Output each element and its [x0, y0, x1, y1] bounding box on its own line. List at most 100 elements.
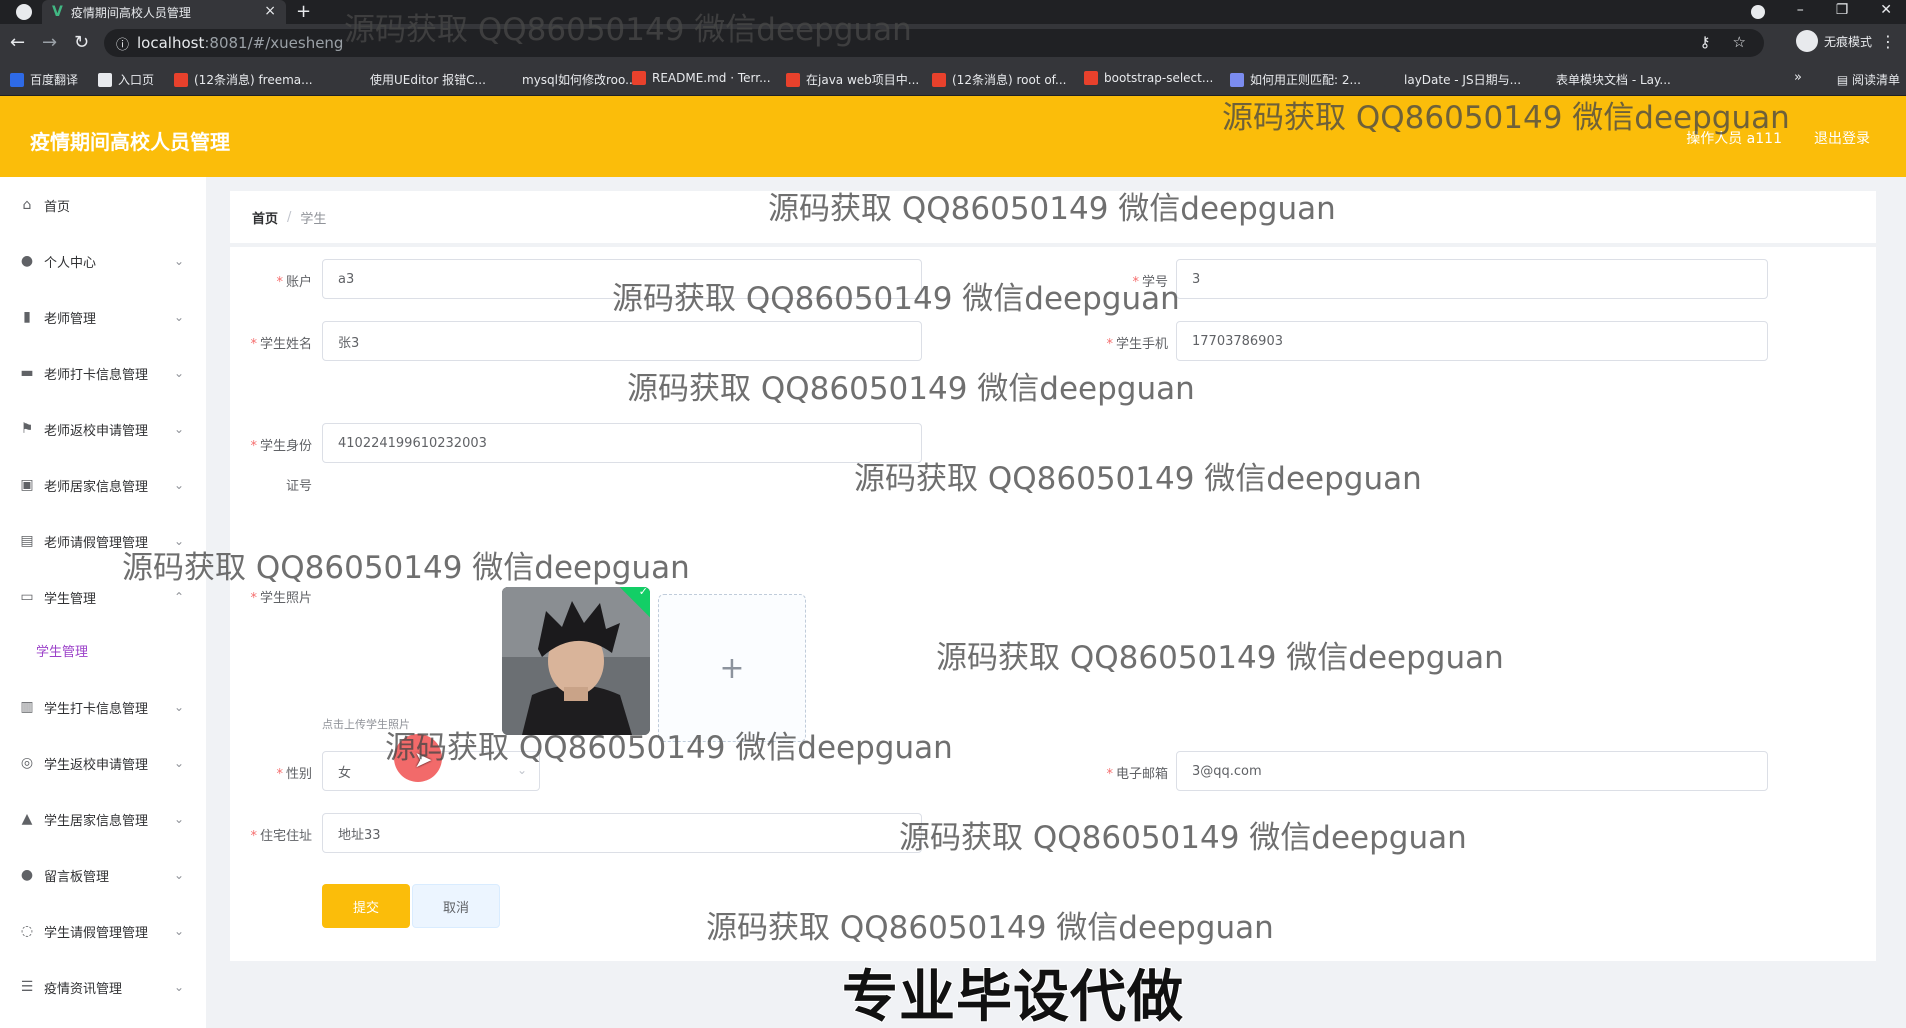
sidebar-item-label: 老师管理 [44, 311, 97, 327]
watermark: 源码获取 QQ86050149 微信deepguan [122, 550, 690, 586]
bookmark-favicon-icon [350, 72, 364, 87]
reading-list-button[interactable]: ▤ 阅读清单 [1837, 71, 1900, 88]
photo-upload-button[interactable]: + [658, 594, 806, 742]
sidebar-item-label: 学生打卡信息管理 [44, 701, 149, 717]
id-card-input[interactable]: 410224199610232003 [322, 423, 922, 463]
tab-close-icon[interactable]: × [264, 3, 276, 19]
bookmark-item[interactable]: (12条消息) freema... [174, 71, 313, 88]
bookmarks-more-icon[interactable]: » [1794, 70, 1802, 85]
bookmark-label: mysql如何修改roo... [522, 73, 637, 87]
sidebar-item[interactable]: ◎ 学生返校申请管理 ⌄ [0, 735, 206, 791]
chart-icon: ▮ [23, 309, 31, 325]
reload-icon[interactable]: ↻ [74, 32, 89, 53]
promo-banner: 专业毕设代做 [841, 964, 1184, 1028]
bookmark-favicon-icon [932, 72, 946, 87]
watermark: 源码获取 QQ86050149 微信deepguan [627, 371, 1195, 407]
watermark: 源码获取 QQ86050149 微信deepguan [706, 910, 1274, 946]
sidebar-item-label: 个人中心 [44, 255, 97, 271]
browser-menu-icon[interactable]: ⋮ [1880, 32, 1896, 51]
submit-button[interactable]: 提交 [322, 884, 410, 928]
bookmark-label: 如何用正则匹配: 2... [1250, 73, 1361, 87]
bookmark-favicon-icon [1230, 72, 1244, 87]
browser-tab[interactable]: V 疫情期间高校人员管理 × [42, 0, 286, 24]
gender-label: * 性别 [276, 767, 312, 782]
list-icon: ☰ [20, 979, 34, 995]
bookmark-item[interactable]: README.md · Terr... [632, 71, 771, 85]
sidebar-item[interactable]: ⚑ 老师返校申请管理 ⌄ [0, 401, 206, 457]
star-icon[interactable]: ☆ [1733, 33, 1746, 51]
sidebar-item[interactable]: ● 留言板管理 ⌄ [0, 847, 206, 903]
bookmark-item[interactable]: 表单模块文档 - Lay... [1536, 71, 1671, 88]
chrome-logo-icon [16, 4, 32, 20]
bookmark-item[interactable]: (12条消息) root of... [932, 71, 1066, 88]
back-icon[interactable]: ← [10, 32, 25, 53]
student-name-input[interactable]: 张3 [322, 321, 922, 361]
info-icon[interactable]: ⓘ [116, 34, 129, 53]
sidebar-item[interactable]: ◌ 学生请假管理管理 ⌄ [0, 903, 206, 959]
sidebar-item[interactable]: ▬ 老师打卡信息管理 ⌄ [0, 345, 206, 401]
sidebar-item-label: 疫情资讯管理 [44, 981, 123, 997]
home-icon: ⌂ [22, 197, 32, 213]
address-input[interactable]: 地址33 [322, 813, 922, 853]
bookmark-label: layDate - JS日期与... [1404, 73, 1522, 87]
plus-icon: + [719, 650, 745, 686]
sidebar-item-label: 首页 [44, 199, 71, 215]
bookmark-item[interactable]: 使用UEditor 报错C... [350, 71, 486, 88]
student-no-input[interactable]: 3 [1176, 259, 1768, 299]
chevron-down-icon: ⌄ [173, 868, 184, 882]
download-icon[interactable] [1750, 5, 1765, 19]
sidebar-item[interactable]: ▣ 老师居家信息管理 ⌄ [0, 457, 206, 513]
account-label: * 账户 [276, 275, 312, 290]
sidebar-item[interactable]: ⌂ 首页 [0, 177, 206, 233]
new-tab-icon[interactable]: + [296, 1, 311, 22]
sidebar-item[interactable]: ☰ 疫情资讯管理 ⌄ [0, 959, 206, 1015]
reading-list-label: 阅读清单 [1851, 73, 1900, 87]
bookmark-item[interactable]: 入口页 [98, 71, 154, 88]
watermark: 源码获取 QQ86050149 微信deepguan [1222, 100, 1790, 136]
student-photo[interactable]: ✓ [502, 587, 650, 735]
bookmark-item[interactable]: bootstrap-select... [1084, 71, 1213, 85]
key-icon[interactable]: ⚷ [1700, 33, 1711, 51]
address-bar-row: ← → ↻ ⓘ localhost:8081/#/xuesheng ⚷ ☆ 无痕… [0, 24, 1906, 62]
id-card-label-line2: 证号 [285, 479, 312, 494]
browser-tab-bar: V 疫情期间高校人员管理 × + – ❐ ✕ [0, 0, 1906, 24]
chevron-down-icon: ⌄ [173, 478, 184, 492]
close-window-icon[interactable]: ✕ [1880, 2, 1892, 19]
bookmark-favicon-icon [174, 72, 188, 87]
sidebar-item-label: 学生管理 [44, 591, 97, 607]
sidebar-item-label: 留言板管理 [44, 869, 110, 885]
sidebar-item-label: 老师居家信息管理 [44, 479, 149, 495]
chevron-down-icon: ⌄ [173, 924, 184, 938]
forward-icon[interactable]: → [42, 32, 57, 53]
incognito-indicator[interactable]: 无痕模式 [1795, 30, 1872, 52]
watermark: 源码获取 QQ86050149 微信deepguan [385, 730, 953, 766]
logout-button[interactable]: 退出登录 [1814, 128, 1870, 148]
sidebar-item[interactable]: ▮ 老师管理 ⌄ [0, 289, 206, 345]
bookmark-label: 在java web项目中... [806, 73, 920, 87]
breadcrumb-home[interactable]: 首页 [252, 208, 278, 227]
user-icon: ● [20, 253, 34, 269]
bookmark-item[interactable]: 百度翻译 [10, 71, 78, 88]
bookmark-label: bootstrap-select... [1104, 71, 1214, 85]
bookmark-item[interactable]: mysql如何修改roo... [502, 71, 637, 88]
sidebar-item[interactable]: ▲ 学生居家信息管理 ⌄ [0, 791, 206, 847]
sidebar-item[interactable]: ● 个人中心 ⌄ [0, 233, 206, 289]
email-input[interactable]: 3@qq.com [1176, 751, 1768, 791]
sidebar-item[interactable]: ▥ 学生打卡信息管理 ⌄ [0, 679, 206, 735]
bookmark-item[interactable]: layDate - JS日期与... [1384, 71, 1521, 88]
incognito-label: 无痕模式 [1823, 34, 1872, 49]
sidebar-item-label: 老师返校申请管理 [44, 423, 149, 439]
restore-icon[interactable]: ❐ [1836, 2, 1849, 19]
submenu-item-student-management[interactable]: 学生管理 [0, 625, 206, 675]
watermark: 源码获取 QQ86050149 微信deepguan [612, 281, 1180, 317]
minimize-icon[interactable]: – [1797, 2, 1804, 19]
cancel-button[interactable]: 取消 [412, 884, 500, 928]
target-icon: ◎ [20, 755, 34, 771]
picture-icon: ▣ [20, 477, 34, 493]
bookmark-item[interactable]: 在java web项目中... [786, 71, 919, 88]
photo-label: * 学生照片 [250, 591, 312, 606]
bookmarks-bar: » ▤ 阅读清单 百度翻译 入口页 (12条消息) freema... 使用UEdit… [0, 62, 1906, 96]
student-phone-input[interactable]: 17703786903 [1176, 321, 1768, 361]
bookmark-item[interactable]: 如何用正则匹配: 2... [1230, 71, 1361, 88]
bookmark-label: 表单模块文档 - Lay... [1556, 73, 1671, 87]
